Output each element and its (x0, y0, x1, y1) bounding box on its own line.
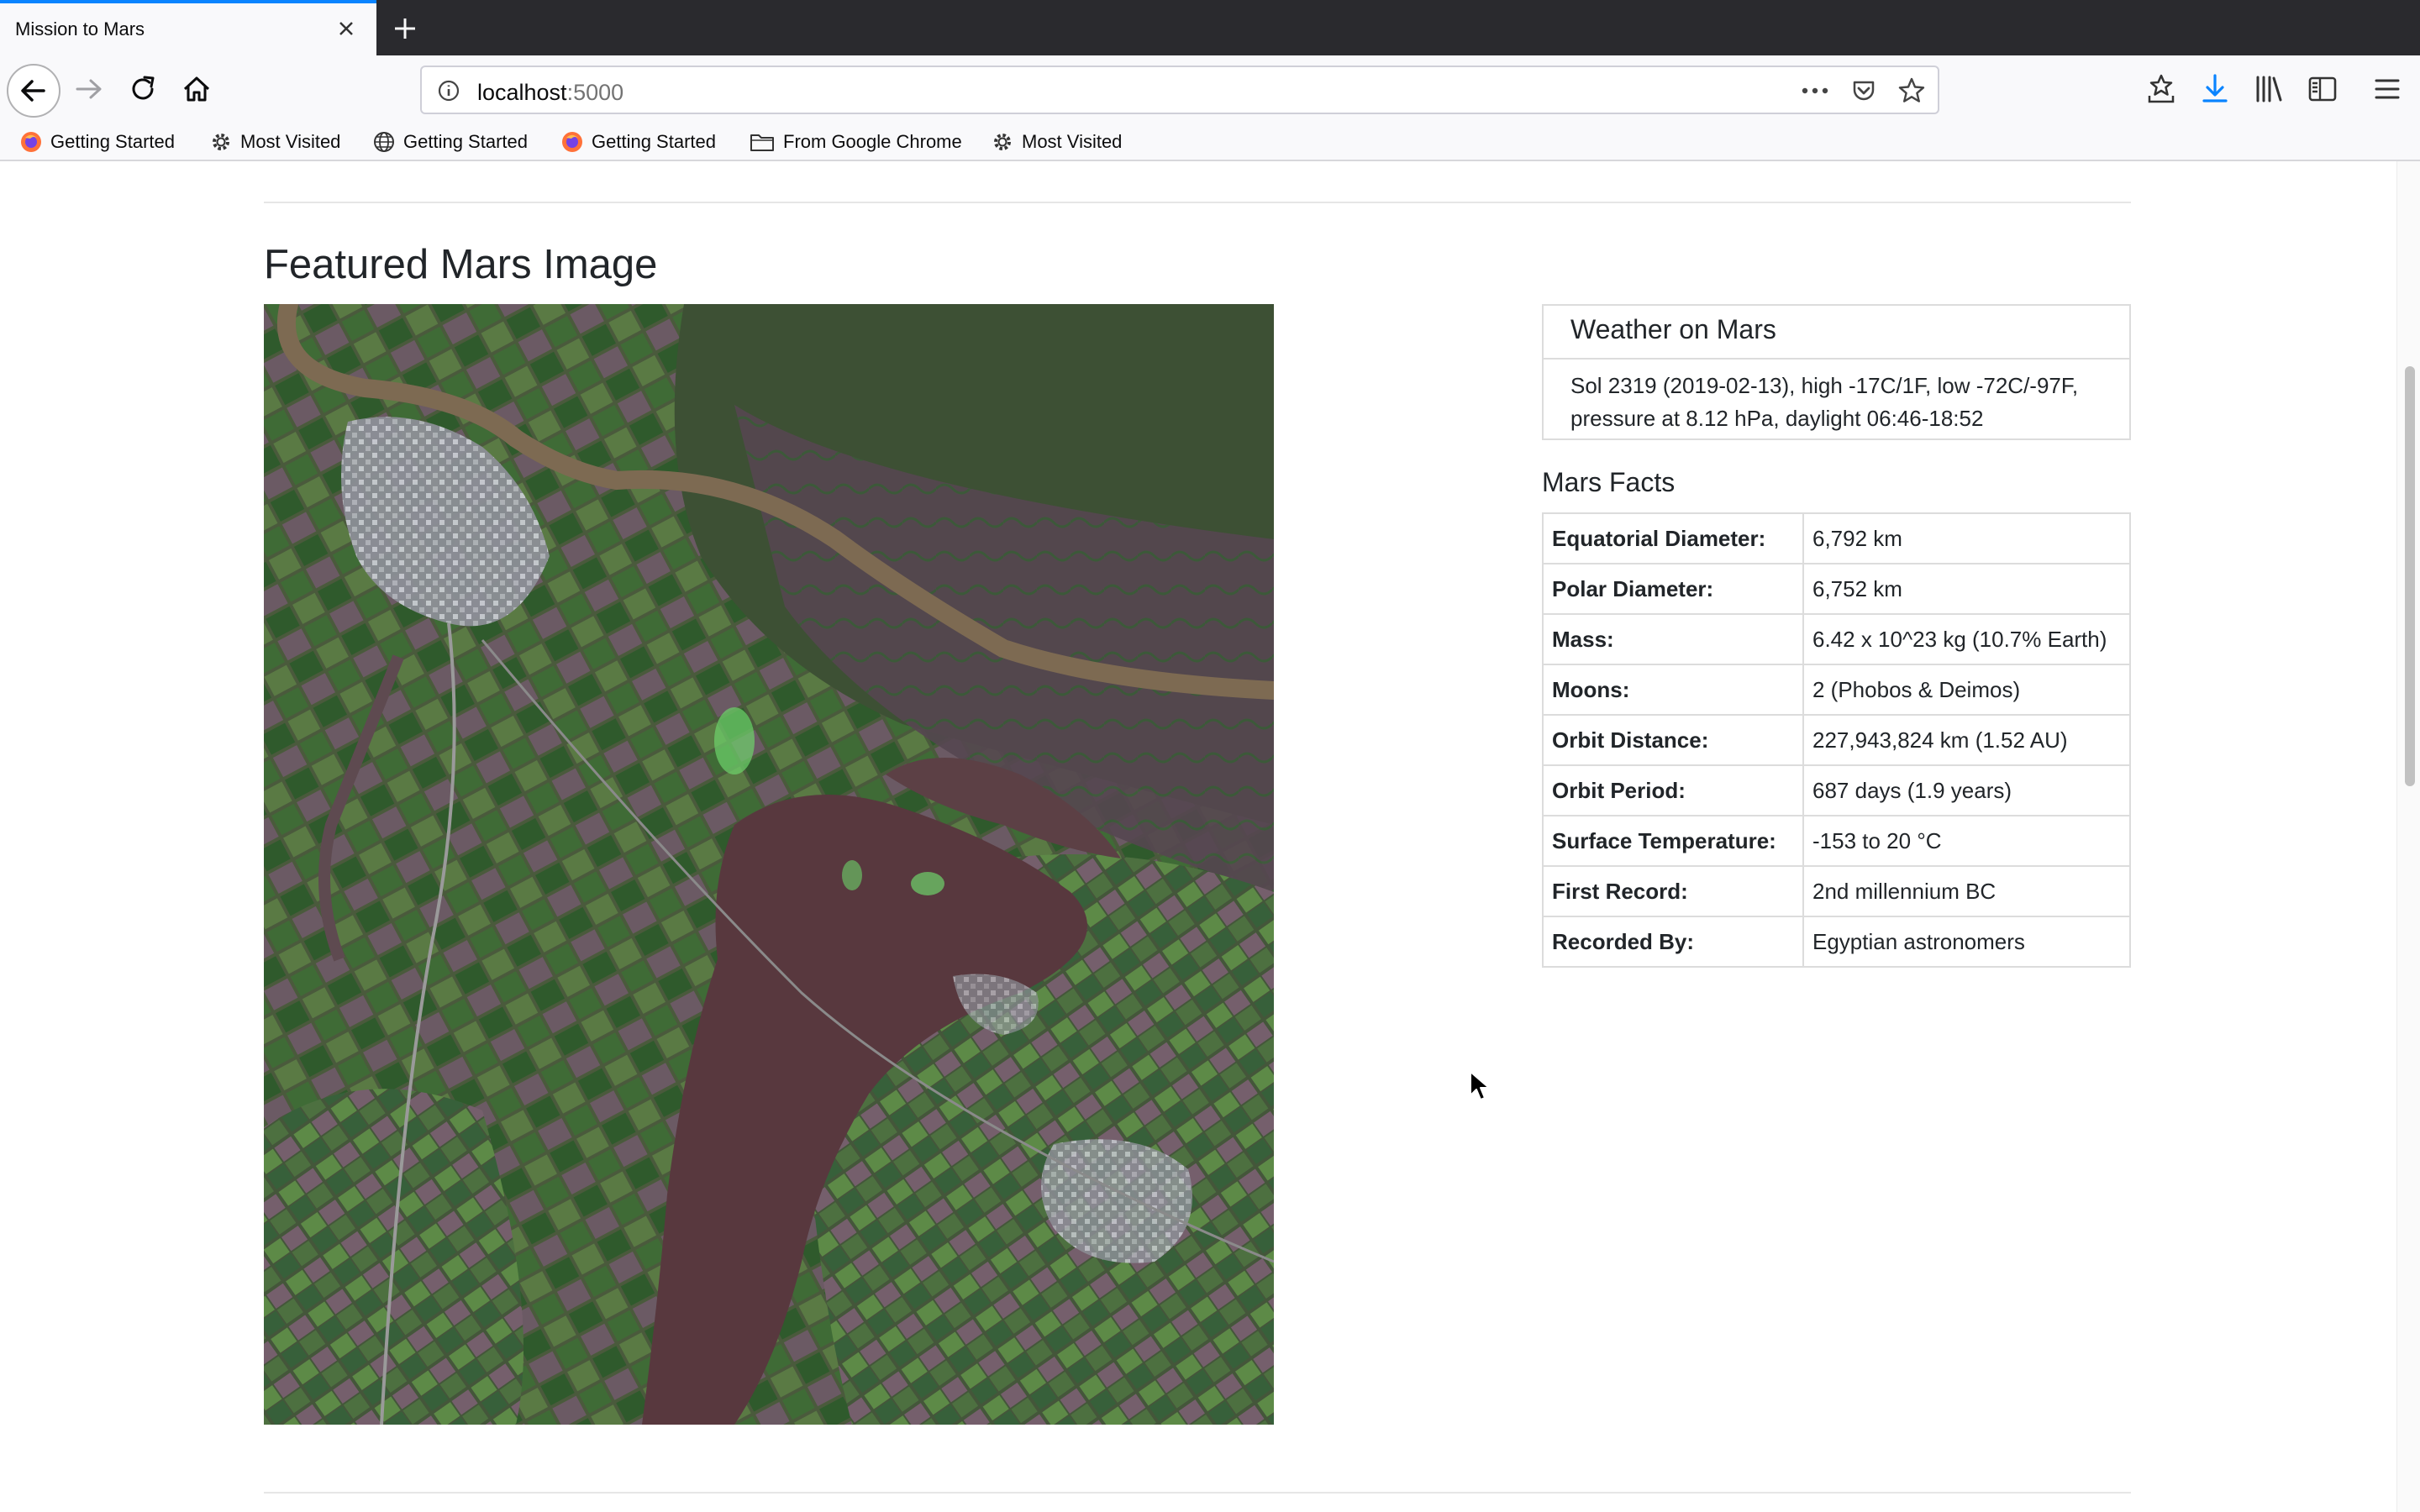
table-row: Mass: 6.42 x 10^23 kg (10.7% Earth) (1542, 613, 2131, 665)
fact-label: Polar Diameter: (1542, 563, 1804, 615)
fact-label: Mass: (1542, 613, 1804, 665)
fact-label: Moons: (1542, 664, 1804, 716)
bookmark-label: Getting Started (592, 131, 716, 152)
downloads-icon[interactable] (2196, 71, 2233, 108)
page-actions-icon[interactable] (1800, 79, 1830, 102)
table-row: Recorded By: Egyptian astronomers (1542, 916, 2131, 968)
bookmark-star-icon[interactable] (1897, 76, 1926, 105)
fact-value: Egyptian astronomers (1802, 916, 2131, 968)
featured-image-heading: Featured Mars Image (264, 242, 658, 287)
mars-facts-table: Equatorial Diameter: 6,792 km Polar Diame… (1542, 512, 2131, 968)
navigation-toolbar: localhost:5000 (0, 55, 2420, 123)
table-row: First Record: 2nd millennium BC (1542, 865, 2131, 917)
table-row: Surface Temperature: -153 to 20 °C (1542, 815, 2131, 867)
weather-text: Sol 2319 (2019-02-13), high -17C/1F, low… (1570, 373, 2079, 431)
bookmark-most-visited-2[interactable]: Most Visited (992, 128, 1122, 156)
table-row: Moons: 2 (Phobos & Deimos) (1542, 664, 2131, 716)
tab-strip: Mission to Mars (0, 0, 2420, 55)
globe-icon (374, 132, 394, 152)
bookmark-from-google-chrome[interactable]: From Google Chrome (750, 128, 962, 156)
page-scrollbar[interactable] (2396, 161, 2420, 1512)
bookmarks-toolbar: Getting Started Most Visited Getting Sta… (0, 123, 2420, 161)
fact-label: First Record: (1542, 865, 1804, 917)
gear-icon (994, 134, 1011, 150)
bookmark-label: Most Visited (1022, 131, 1123, 152)
back-button[interactable] (7, 64, 60, 118)
bottom-divider (264, 1492, 2131, 1494)
weather-title: Weather on Mars (1570, 314, 1776, 344)
back-arrow-icon (21, 80, 45, 102)
fact-value: 2 (Phobos & Deimos) (1802, 664, 2131, 716)
gear-icon (213, 134, 229, 150)
forward-arrow-icon[interactable] (71, 71, 108, 108)
top-divider (264, 202, 2131, 203)
bookmark-label: From Google Chrome (783, 131, 962, 152)
fact-value: 687 days (1.9 years) (1802, 764, 2131, 816)
table-row: Polar Diameter: 6,752 km (1542, 563, 2131, 615)
firefox-icon (21, 132, 41, 152)
library-icon[interactable] (2250, 71, 2287, 108)
url-port: :5000 (566, 80, 624, 105)
pocket-icon[interactable] (1850, 77, 1877, 104)
sidebar-icon[interactable] (2304, 71, 2341, 108)
save-to-pocket-icon[interactable] (2143, 71, 2180, 108)
bookmark-most-visited-1[interactable]: Most Visited (210, 128, 340, 156)
close-tab-icon[interactable] (333, 15, 360, 42)
new-tab-icon[interactable] (388, 12, 422, 45)
fact-value: -153 to 20 °C (1802, 815, 2131, 867)
fact-label: Orbit Period: (1542, 764, 1804, 816)
site-info-icon[interactable] (437, 79, 460, 102)
bookmark-getting-started-1[interactable]: Getting Started (20, 128, 175, 156)
fact-label: Surface Temperature: (1542, 815, 1804, 867)
fact-label: Recorded By: (1542, 916, 1804, 968)
reload-icon[interactable] (124, 71, 161, 108)
table-row: Equatorial Diameter: 6,792 km (1542, 512, 2131, 564)
page-viewport: Featured Mars Image Weather on Mars Sol … (0, 161, 2420, 1512)
url-host: localhost (477, 80, 567, 105)
bookmark-label: Most Visited (240, 131, 341, 152)
mouse-cursor-icon (1470, 1071, 1490, 1100)
weather-card: Weather on Mars Sol 2319 (2019-02-13), h… (1542, 304, 2131, 440)
bookmark-getting-started-2[interactable]: Getting Started (373, 128, 528, 156)
fact-label: Equatorial Diameter: (1542, 512, 1804, 564)
featured-mars-image (264, 304, 1274, 1425)
fact-value: 227,943,824 km (1.52 AU) (1802, 714, 2131, 766)
bookmark-label: Getting Started (403, 131, 528, 152)
bookmark-label: Getting Started (50, 131, 175, 152)
fact-value: 6.42 x 10^23 kg (10.7% Earth) (1802, 613, 2131, 665)
scrollbar-thumb[interactable] (2405, 366, 2415, 786)
table-row: Orbit Distance: 227,943,824 km (1.52 AU) (1542, 714, 2131, 766)
tab-title: Mission to Mars (15, 18, 145, 39)
tab-mission-to-mars[interactable]: Mission to Mars (0, 0, 376, 55)
table-row: Orbit Period: 687 days (1.9 years) (1542, 764, 2131, 816)
fact-value: 2nd millennium BC (1802, 865, 2131, 917)
mars-facts-title: Mars Facts (1542, 467, 1676, 497)
url-text: localhost:5000 (477, 80, 623, 106)
weather-card-header: Weather on Mars (1544, 306, 2129, 360)
url-bar[interactable]: localhost:5000 (420, 66, 1939, 114)
fact-value: 6,752 km (1802, 563, 2131, 615)
fact-label: Orbit Distance: (1542, 714, 1804, 766)
bookmark-getting-started-3[interactable]: Getting Started (561, 128, 716, 156)
folder-icon (750, 134, 774, 151)
menu-icon[interactable] (2370, 71, 2407, 108)
fact-value: 6,792 km (1802, 512, 2131, 564)
home-icon[interactable] (178, 71, 215, 108)
firefox-icon (562, 132, 582, 152)
